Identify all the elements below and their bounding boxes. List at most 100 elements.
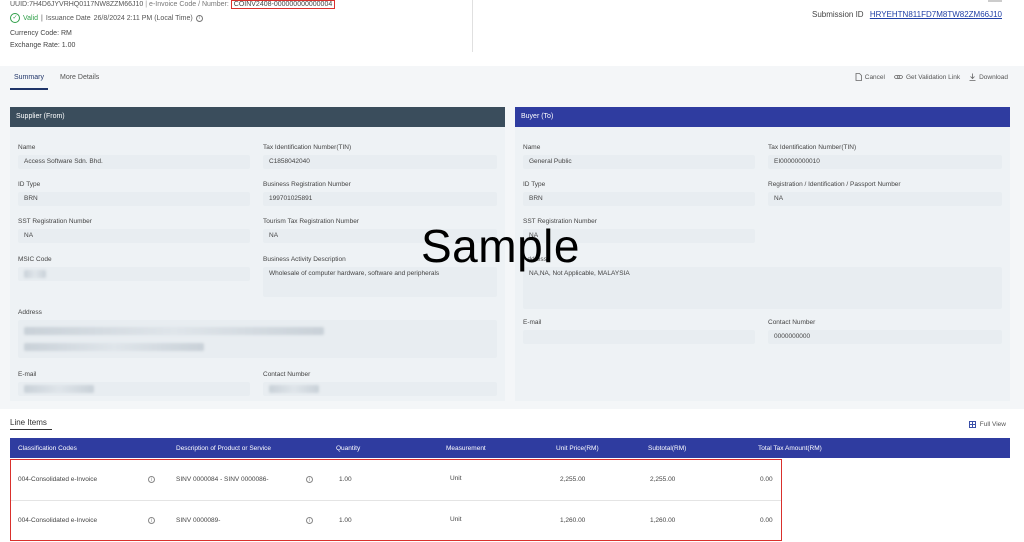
- buyer-email-field: E-mail: [523, 319, 755, 344]
- separator: |: [41, 14, 43, 22]
- download-button[interactable]: Download: [969, 73, 1008, 81]
- cell-unit-price: 2,255.00: [560, 476, 586, 483]
- field-label: Business Registration Number: [263, 181, 351, 188]
- table-row: 004-Consolidated e-Invoice i SINV 000008…: [11, 460, 781, 500]
- check-circle-icon: ✓: [10, 13, 20, 23]
- redacted-value: [269, 385, 319, 393]
- cell-subtotal: 2,255.00: [650, 476, 676, 483]
- supplier-address-value: [18, 320, 497, 358]
- issuance-label: Issuance Date: [45, 14, 91, 22]
- column-header[interactable]: Total Tax Amount(RM): [758, 445, 822, 452]
- supplier-tin-field: Tax Identification Number(TIN) C18580420…: [263, 144, 497, 169]
- tab-more-details[interactable]: More Details: [60, 74, 99, 81]
- field-label: E-mail: [523, 319, 542, 326]
- buyer-address-value: NA,NA, Not Applicable, MALAYSIA: [523, 267, 1002, 309]
- cell-quantity: 1.00: [339, 517, 352, 524]
- buyer-name-field: Name General Public: [523, 144, 755, 169]
- buyer-panel: Buyer (To) Name General Public Tax Ident…: [515, 107, 1010, 401]
- buyer-idtype-value: BRN: [523, 192, 755, 206]
- supplier-address-field: Address: [18, 309, 497, 358]
- field-label: Contact Number: [263, 371, 311, 378]
- field-label: MSIC Code: [18, 256, 52, 263]
- field-label: Registration / Identification / Passport…: [768, 181, 901, 188]
- column-header[interactable]: Description of Product or Service: [176, 445, 271, 452]
- info-icon[interactable]: i: [148, 517, 155, 524]
- field-label: E-mail: [18, 371, 37, 378]
- tab-summary[interactable]: Summary: [14, 74, 44, 81]
- redacted-value: [24, 385, 94, 393]
- supplier-idtype-value: BRN: [18, 192, 250, 206]
- table-row: 004-Consolidated e-Invoice i SINV 000008…: [11, 501, 781, 541]
- info-icon[interactable]: i: [306, 476, 313, 483]
- uuid-value: 7H4D6JYVRHQ0117NW8ZZM66J10: [29, 1, 144, 8]
- redacted-value: [24, 343, 204, 351]
- invoice-header: UUID:7H4D6JYVRHQ0117NW8ZZM66J10 | e-Invo…: [10, 0, 336, 52]
- buyer-tin-field: Tax Identification Number(TIN) EI0000000…: [768, 144, 1002, 169]
- buyer-contact-field: Contact Number 0000000000: [768, 319, 1002, 344]
- validation-link-label: Get Validation Link: [905, 73, 961, 81]
- column-header[interactable]: Quantity: [336, 445, 360, 452]
- cell-unit-price: 1,260.00: [560, 517, 586, 524]
- field-label: Address: [523, 256, 547, 263]
- grid-icon: [968, 421, 976, 428]
- column-header[interactable]: Subtotal(RM): [648, 445, 686, 452]
- header-mark: [988, 0, 1002, 2]
- cell-description: SINV 0000089-: [176, 517, 221, 524]
- document-icon: [855, 73, 862, 81]
- field-label: Contact Number: [768, 319, 816, 326]
- submission-id-link[interactable]: HRYEHTN811FD7M8TW82ZM66J10: [870, 10, 1002, 19]
- field-label: Name: [523, 144, 541, 151]
- uuid-line: UUID:7H4D6JYVRHQ0117NW8ZZM66J10 | e-Invo…: [10, 0, 336, 9]
- field-label: ID Type: [523, 181, 546, 188]
- supplier-sst-value: NA: [18, 229, 250, 243]
- column-header[interactable]: Classification Codes: [18, 445, 77, 452]
- tab-bar: Summary More Details Cancel Get Validati…: [0, 66, 1024, 91]
- supplier-email-value: [18, 382, 250, 396]
- cell-subtotal: 1,260.00: [650, 517, 676, 524]
- cell-measurement: Unit: [450, 516, 462, 523]
- full-view-label: Full View: [979, 421, 1006, 428]
- toolbar-actions: Cancel Get Validation Link Download: [855, 73, 1008, 81]
- download-icon: [969, 73, 976, 81]
- invoice-code-label: e-Invoice Code / Number:: [149, 1, 229, 8]
- cell-measurement: Unit: [450, 475, 462, 482]
- buyer-idtype-field: ID Type BRN: [523, 181, 755, 206]
- info-icon[interactable]: i: [306, 517, 313, 524]
- status-badge: Valid: [23, 14, 39, 22]
- invoice-code-value: COINV2408-000000000000004: [230, 0, 336, 9]
- sample-watermark: Sample: [421, 220, 580, 272]
- column-header[interactable]: Measurement: [446, 445, 486, 452]
- column-header[interactable]: Unit Price(RM): [556, 445, 599, 452]
- field-label: Tax Identification Number(TIN): [263, 144, 352, 151]
- issuance-date: 26/8/2024 2:11 PM (Local Time): [93, 14, 193, 22]
- supplier-name-value: Access Software Sdn. Bhd.: [18, 155, 250, 169]
- cell-tax: 0.00: [760, 517, 773, 524]
- buyer-reg-field: Registration / Identification / Passport…: [768, 181, 1002, 206]
- supplier-contact-field: Contact Number: [263, 371, 497, 396]
- field-label: ID Type: [18, 181, 41, 188]
- currency-code: Currency Code: RM: [10, 30, 72, 37]
- submission-label: Submission ID: [812, 10, 864, 19]
- buyer-address-field: Address NA,NA, Not Applicable, MALAYSIA: [523, 256, 1002, 309]
- redacted-value: [24, 327, 324, 335]
- info-icon[interactable]: i: [195, 14, 203, 22]
- info-icon[interactable]: i: [148, 476, 155, 483]
- supplier-contact-value: [263, 382, 497, 396]
- buyer-reg-value: NA: [768, 192, 1002, 206]
- line-items-table-header: Classification Codes Description of Prod…: [10, 438, 1010, 458]
- supplier-msic-field: MSIC Code: [18, 256, 250, 281]
- supplier-tin-value: C1858042040: [263, 155, 497, 169]
- cancel-label: Cancel: [864, 73, 885, 81]
- uuid-label: UUID:: [10, 1, 30, 8]
- cell-classification: 004-Consolidated e-Invoice: [18, 476, 98, 483]
- cancel-button[interactable]: Cancel: [855, 73, 885, 81]
- currency-info: Currency Code: RM Exchange Rate: 1.00: [10, 28, 335, 52]
- redacted-value: [24, 270, 46, 278]
- separator: |: [145, 1, 148, 8]
- full-view-button[interactable]: Full View: [968, 421, 1006, 428]
- header-divider: [472, 0, 473, 52]
- link-icon: [894, 75, 903, 80]
- supplier-name-field: Name Access Software Sdn. Bhd.: [18, 144, 250, 169]
- supplier-panel-title: Supplier (From): [10, 107, 505, 127]
- validation-link-button[interactable]: Get Validation Link: [894, 73, 960, 81]
